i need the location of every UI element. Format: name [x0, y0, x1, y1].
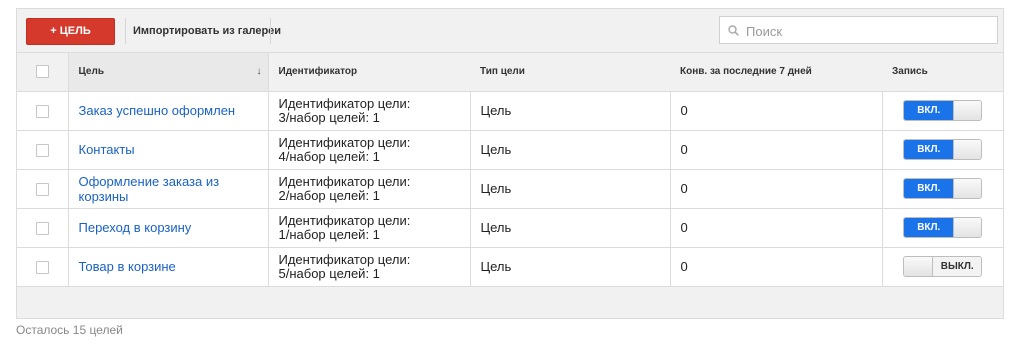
goal-cell: Товар в корзине: [68, 247, 269, 287]
select-all-header: [17, 53, 68, 92]
goal-cell: Оформление заказа из корзины: [68, 169, 269, 209]
goal-type-cell: Цель: [470, 208, 671, 248]
toggle-knob: [953, 101, 982, 120]
goal-id-cell: Идентификатор цели: 1/набор целей: 1: [268, 208, 471, 248]
row-checkbox[interactable]: [35, 144, 49, 158]
conversions-cell: 0: [670, 130, 883, 170]
row-checkbox[interactable]: [35, 261, 49, 275]
record-cell: ВКЛ.: [882, 208, 1003, 248]
column-header-goal-label: Цель: [78, 66, 105, 78]
goal-id-cell: Идентификатор цели: 3/набор целей: 1: [268, 91, 471, 131]
record-toggle-label: ВКЛ.: [904, 179, 954, 198]
goal-id-line2: 3/набор целей: 1: [278, 109, 380, 125]
goal-id-line1: Идентификатор цели:: [278, 212, 411, 228]
row-select-cell: [17, 247, 69, 287]
column-header-id[interactable]: Идентификатор: [268, 53, 470, 92]
record-toggle-label: ВЫКЛ.: [933, 257, 982, 276]
toolbar-divider: [125, 18, 126, 44]
toggle-knob: [953, 140, 982, 159]
goal-link[interactable]: Контакты: [79, 142, 258, 157]
goals-table: Цель ↓ Идентификатор Тип цели Конв. за п…: [17, 53, 1003, 287]
goal-id-line2: 1/набор целей: 1: [278, 226, 380, 242]
table-header-row: Цель ↓ Идентификатор Тип цели Конв. за п…: [17, 53, 1003, 92]
table-row: Товар в корзине Идентификатор цели: 5/набо…: [17, 247, 1003, 287]
goal-cell: Контакты: [68, 130, 269, 170]
toggle-knob: [904, 257, 934, 276]
table-row: Заказ успешно оформлен Идентификатор цели…: [17, 91, 1003, 131]
record-toggle[interactable]: ВКЛ.: [903, 139, 983, 160]
goal-type-cell: Цель: [470, 130, 671, 170]
goal-link[interactable]: Переход в корзину: [79, 220, 258, 235]
goal-id-line2: 4/набор целей: 1: [278, 148, 380, 164]
row-checkbox[interactable]: [35, 183, 49, 197]
row-checkbox[interactable]: [35, 222, 49, 236]
column-header-goal[interactable]: Цель ↓: [67, 53, 269, 92]
conversions-cell: 0: [670, 208, 883, 248]
goal-link[interactable]: Заказ успешно оформлен: [79, 103, 258, 118]
search-icon: [728, 25, 739, 36]
goal-id-line2: 2/набор целей: 1: [278, 187, 380, 203]
goal-cell: Заказ успешно оформлен: [68, 91, 269, 131]
toolbar-divider: [270, 18, 271, 44]
record-cell: ВКЛ.: [882, 91, 1003, 131]
goal-link[interactable]: Товар в корзине: [79, 259, 258, 274]
goal-id-line1: Идентификатор цели:: [278, 251, 411, 267]
row-select-cell: [17, 130, 69, 170]
table-row: Переход в корзину Идентификатор цели: 1/на…: [17, 208, 1003, 248]
goal-type-cell: Цель: [470, 247, 671, 287]
conversions-cell: 0: [670, 169, 883, 209]
record-cell: ВЫКЛ.: [882, 247, 1003, 287]
toggle-knob: [953, 218, 982, 237]
goals-remaining-note: Осталось 15 целей: [16, 323, 123, 337]
goal-id-line1: Идентификатор цели:: [278, 173, 411, 189]
goal-id-line1: Идентификатор цели:: [278, 134, 411, 150]
record-toggle-label: ВКЛ.: [904, 218, 954, 237]
row-select-cell: [17, 208, 69, 248]
conversions-cell: 0: [670, 247, 883, 287]
table-row: Контакты Идентификатор цели: 4/набор целей…: [17, 130, 1003, 170]
record-toggle-label: ВКЛ.: [904, 140, 954, 159]
column-header-conversions[interactable]: Конв. за последние 7 дней: [670, 53, 882, 92]
row-checkbox[interactable]: [35, 105, 49, 119]
record-toggle[interactable]: ВКЛ.: [903, 217, 983, 238]
goal-id-cell: Идентификатор цели: 5/набор целей: 1: [268, 247, 471, 287]
record-toggle[interactable]: ВЫКЛ.: [903, 256, 983, 277]
row-select-cell: [17, 91, 69, 131]
goal-cell: Переход в корзину: [68, 208, 269, 248]
record-cell: ВКЛ.: [882, 169, 1003, 209]
record-toggle-label: ВКЛ.: [904, 101, 954, 120]
toolbar: + ЦЕЛЬ Импортировать из галереи: [17, 9, 1003, 53]
conversions-cell: 0: [670, 91, 883, 131]
goal-id-line2: 5/набор целей: 1: [278, 265, 380, 281]
select-all-checkbox[interactable]: [35, 65, 49, 79]
goals-panel: + ЦЕЛЬ Импортировать из галереи Поиск Це…: [16, 8, 1004, 319]
goal-type-cell: Цель: [470, 91, 671, 131]
column-header-type[interactable]: Тип цели: [470, 53, 670, 92]
search-input[interactable]: [744, 17, 998, 45]
column-header-record[interactable]: Запись: [882, 53, 1003, 92]
sort-arrow-down-icon: ↓: [256, 66, 262, 77]
goal-id-cell: Идентификатор цели: 4/набор целей: 1: [268, 130, 471, 170]
goal-type-cell: Цель: [470, 169, 671, 209]
import-from-gallery-button[interactable]: Импортировать из галереи: [133, 18, 281, 44]
record-toggle[interactable]: ВКЛ.: [903, 178, 983, 199]
add-goal-button[interactable]: + ЦЕЛЬ: [26, 18, 115, 45]
goal-id-line1: Идентификатор цели:: [278, 95, 411, 111]
toggle-knob: [953, 179, 982, 198]
record-toggle[interactable]: ВКЛ.: [903, 100, 983, 121]
row-select-cell: [17, 169, 69, 209]
table-row: Оформление заказа из корзины Идентификато…: [17, 169, 1003, 209]
goal-link[interactable]: Оформление заказа из корзины: [79, 174, 258, 204]
goal-id-cell: Идентификатор цели: 2/набор целей: 1: [268, 169, 471, 209]
search-box[interactable]: [719, 16, 998, 45]
record-cell: ВКЛ.: [882, 130, 1003, 170]
